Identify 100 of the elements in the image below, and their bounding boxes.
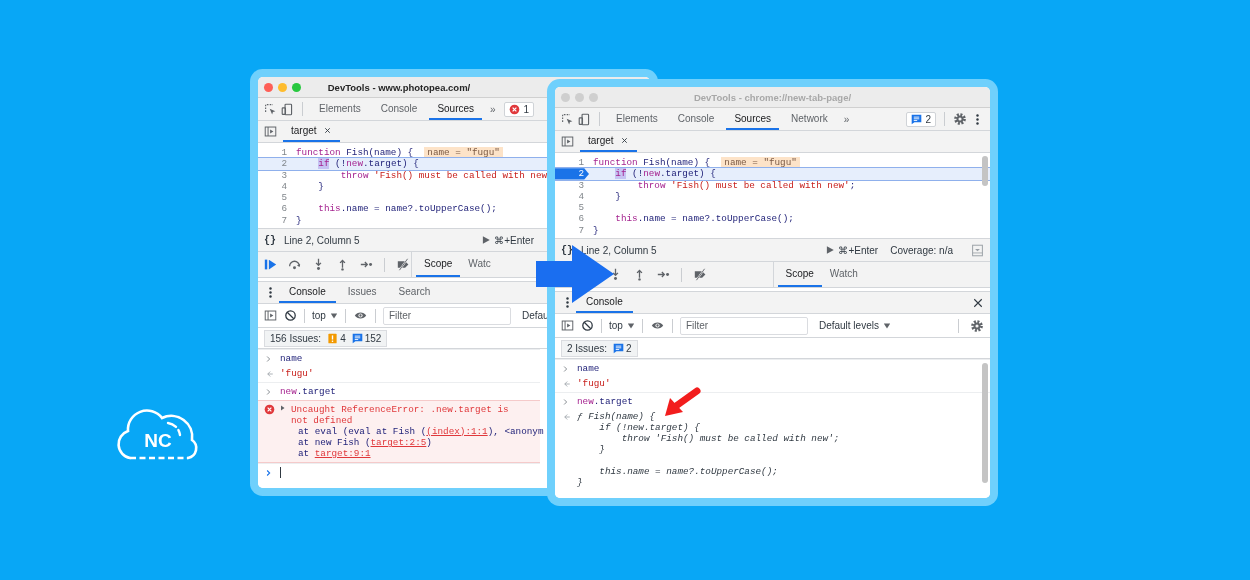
text-cursor	[280, 467, 281, 478]
inspect-icon[interactable]	[561, 112, 574, 126]
cursor-position: Line 2, Column 5	[581, 244, 657, 256]
device-icon[interactable]	[281, 102, 294, 116]
line-number: 4	[280, 180, 288, 193]
result-arrow-icon	[264, 369, 274, 379]
panel-tab[interactable]: Console	[669, 108, 723, 130]
issues-button[interactable]: 2 Issues: 2	[561, 339, 638, 357]
sidebar-toggle-icon[interactable]	[561, 135, 574, 148]
scrollbar[interactable]	[982, 363, 988, 483]
sidebar-toggle-icon[interactable]	[264, 309, 277, 322]
result-text: 'fugu'	[280, 368, 314, 379]
line-number: 7	[577, 224, 585, 237]
cloud-icon	[117, 409, 198, 460]
filter-field[interactable]: Filter	[679, 316, 808, 335]
panel-tab[interactable]: Console	[372, 98, 426, 120]
panel-tab[interactable]: Elements	[608, 108, 666, 130]
context-selector[interactable]: top	[312, 310, 338, 321]
context-selector[interactable]: top	[609, 320, 635, 331]
close-icon[interactable]	[619, 136, 629, 145]
clear-console-icon[interactable]	[284, 309, 297, 322]
line-number: 4	[577, 190, 585, 203]
sidebar-tab[interactable]: Scope	[777, 262, 822, 287]
eye-icon[interactable]	[352, 309, 368, 322]
warning-icon	[327, 332, 339, 344]
settings-icon[interactable]	[970, 318, 984, 333]
caret-icon	[329, 311, 338, 320]
result-arrow-icon	[561, 379, 571, 389]
function-source-line: if (!new.target) {	[598, 422, 701, 433]
more-tabs-button[interactable]: »	[839, 113, 854, 125]
message-icon	[351, 332, 363, 344]
line-number: 5	[280, 192, 288, 204]
scrollbar[interactable]	[982, 156, 988, 186]
run-button[interactable]: ⌘+Enter	[825, 244, 879, 256]
panel-tab[interactable]: Elements	[311, 98, 369, 120]
device-icon[interactable]	[578, 112, 591, 126]
resume-icon[interactable]	[264, 258, 277, 271]
filter-field[interactable]: Filter	[382, 306, 511, 325]
sidebar-tab[interactable]: Watc	[460, 252, 499, 277]
function-source-line: ƒ Fish(name) {	[577, 411, 657, 422]
pretty-print-button[interactable]: {}	[561, 244, 573, 256]
code-line: }	[295, 214, 302, 227]
run-icon[interactable]	[825, 245, 836, 255]
sidebar-toggle-icon[interactable]	[264, 125, 277, 138]
caret-icon	[626, 321, 635, 330]
source-link[interactable]: target:2:5	[370, 437, 427, 448]
function-source-line: }	[577, 477, 584, 488]
line-number: 2	[280, 158, 288, 170]
expand-triangle-icon[interactable]	[279, 404, 287, 412]
logo-text: NC	[144, 430, 172, 451]
pretty-print-button[interactable]: {}	[264, 234, 276, 246]
close-icon[interactable]	[322, 126, 332, 135]
code-line: this.name = name?.toUpperCase();	[614, 213, 794, 225]
sidebar-toggle-icon[interactable]	[561, 319, 574, 332]
result-text: 'fugu'	[577, 378, 611, 389]
clear-console-icon[interactable]	[581, 319, 594, 332]
source-link[interactable]: (index):1:1	[426, 426, 488, 437]
code-line: throw 'Fish() must be called with new';	[636, 179, 856, 191]
source-link[interactable]: target:9:1	[314, 448, 371, 459]
message-icon	[613, 342, 625, 354]
issue-counter-button[interactable]: 1	[504, 101, 534, 117]
drawer-tab[interactable]: Issues	[337, 282, 387, 303]
line-number: 5	[577, 202, 585, 214]
deactivate-breakpoints-icon[interactable]	[693, 268, 708, 281]
code-line: if (!new.target) {	[614, 168, 716, 180]
line-number: 3	[280, 169, 288, 181]
code-line: }	[614, 190, 621, 203]
error-message: Uncaught ReferenceError: .new.target is not defined	[291, 404, 510, 426]
close-button[interactable]	[264, 82, 273, 92]
code-line: this.name = name?.toUpperCase();	[317, 203, 497, 215]
window-title: DevTools - www.photopea.com/	[326, 81, 472, 93]
inspect-icon[interactable]	[264, 102, 277, 116]
run-icon[interactable]	[481, 235, 492, 245]
stack-frame: at target:9:1	[264, 448, 371, 459]
issues-button[interactable]: 156 Issues: 4 152	[264, 329, 388, 347]
line-number: 1	[280, 147, 288, 159]
line-number: 6	[280, 203, 288, 215]
error-icon	[509, 103, 521, 115]
error-icon	[264, 404, 275, 415]
drawer-tab[interactable]: Search	[388, 282, 441, 303]
code-line: }	[592, 224, 599, 237]
code-line: if (!new.target) {	[317, 158, 419, 170]
issue-counter-button[interactable]: 2	[906, 111, 936, 127]
cursor-position: Line 2, Column 5	[284, 234, 360, 246]
settings-icon[interactable]	[953, 112, 967, 126]
command-text: name	[577, 363, 600, 374]
command-text: name	[280, 353, 303, 364]
sidebar-tab[interactable]: Scope	[416, 252, 461, 277]
run-button[interactable]: ⌘+Enter	[481, 234, 534, 246]
code-line: throw 'Fish() must be called with new	[339, 169, 548, 181]
line-number: 2	[555, 168, 589, 180]
close-icon[interactable]	[972, 296, 984, 309]
step-over-icon[interactable]	[288, 258, 301, 271]
stack-frame: at eval (eval at Fish ((index):1:1), <anonym	[264, 426, 544, 437]
more-tabs-button[interactable]: »	[486, 103, 500, 115]
panel-tab[interactable]: Network	[783, 108, 836, 130]
sidebar-tab[interactable]: Watch	[821, 262, 866, 287]
log-levels-dropdown[interactable]: Default levels	[818, 320, 891, 331]
deactivate-breakpoints-icon[interactable]	[396, 258, 411, 271]
eye-icon[interactable]	[649, 319, 665, 332]
